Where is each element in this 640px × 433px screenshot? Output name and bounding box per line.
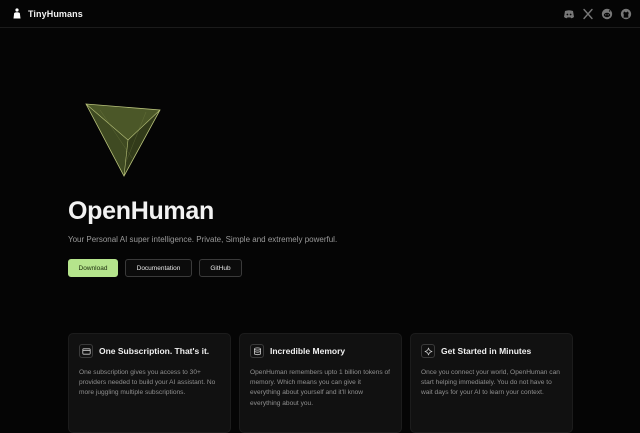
download-button[interactable]: Download: [68, 259, 118, 277]
reddit-icon[interactable]: [601, 8, 613, 20]
feature-card-title: Incredible Memory: [270, 346, 346, 356]
database-icon: [250, 344, 264, 358]
card-icon: [79, 344, 93, 358]
feature-card-subscription: One Subscription. That's it. One subscri…: [68, 333, 231, 433]
feature-card-header: One Subscription. That's it.: [79, 344, 220, 358]
feature-card-title: Get Started in Minutes: [441, 346, 532, 356]
feature-card-memory: Incredible Memory OpenHuman remembers up…: [239, 333, 402, 433]
sparkle-icon: [421, 344, 435, 358]
feature-card-title: One Subscription. That's it.: [99, 346, 210, 356]
page-title: OpenHuman: [68, 197, 214, 225]
x-icon[interactable]: [582, 8, 594, 20]
feature-card-header: Get Started in Minutes: [421, 344, 562, 358]
feature-card-header: Incredible Memory: [250, 344, 391, 358]
social-links: [563, 8, 632, 20]
hero-actions: Download Documentation GitHub: [68, 259, 242, 277]
discord-icon[interactable]: [563, 8, 575, 20]
feature-cards: One Subscription. That's it. One subscri…: [68, 333, 573, 433]
brand-name: TinyHumans: [28, 8, 83, 19]
hero-tagline: Your Personal AI super intelligence. Pri…: [68, 235, 338, 244]
feature-card-text: OpenHuman remembers upto 1 billion token…: [250, 369, 391, 407]
brand-logo-icon: [13, 8, 21, 19]
documentation-button[interactable]: Documentation: [125, 259, 192, 277]
top-nav-bar: TinyHumans: [0, 0, 640, 28]
feature-card-text: One subscription gives you access to 30+…: [79, 369, 216, 397]
feature-card-get-started: Get Started in Minutes Once you connect …: [410, 333, 573, 433]
github-icon[interactable]: [620, 8, 632, 20]
triangle-prism-logo: [85, 103, 161, 177]
github-button[interactable]: GitHub: [199, 259, 242, 277]
feature-card-text: Once you connect your world, OpenHuman c…: [421, 369, 560, 397]
brand[interactable]: TinyHumans: [12, 8, 83, 19]
